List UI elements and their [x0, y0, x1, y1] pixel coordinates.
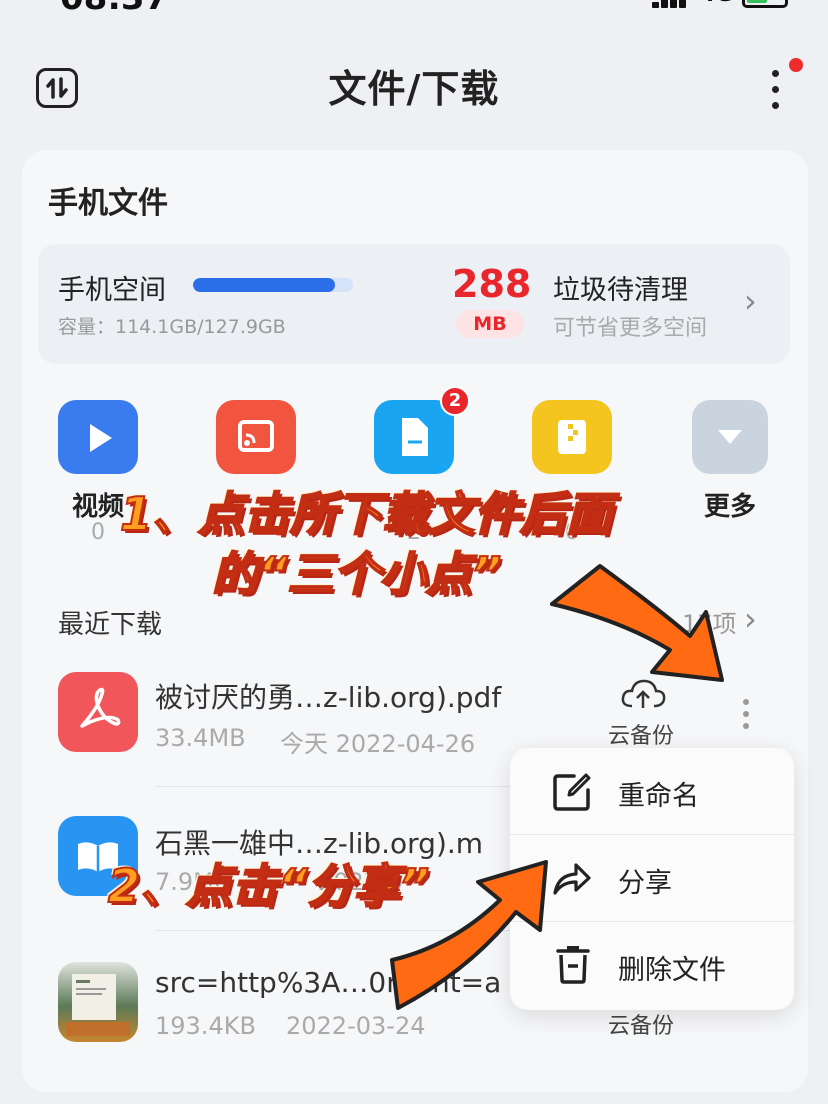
- annotation-step1-line2: 的“三个小点”: [211, 546, 502, 602]
- arrow-to-more-button: [550, 564, 724, 682]
- annotation-step2: 2、点击“分享”: [107, 858, 430, 914]
- annotation-step1-line1: 1、点击所下载文件后面: [119, 486, 613, 542]
